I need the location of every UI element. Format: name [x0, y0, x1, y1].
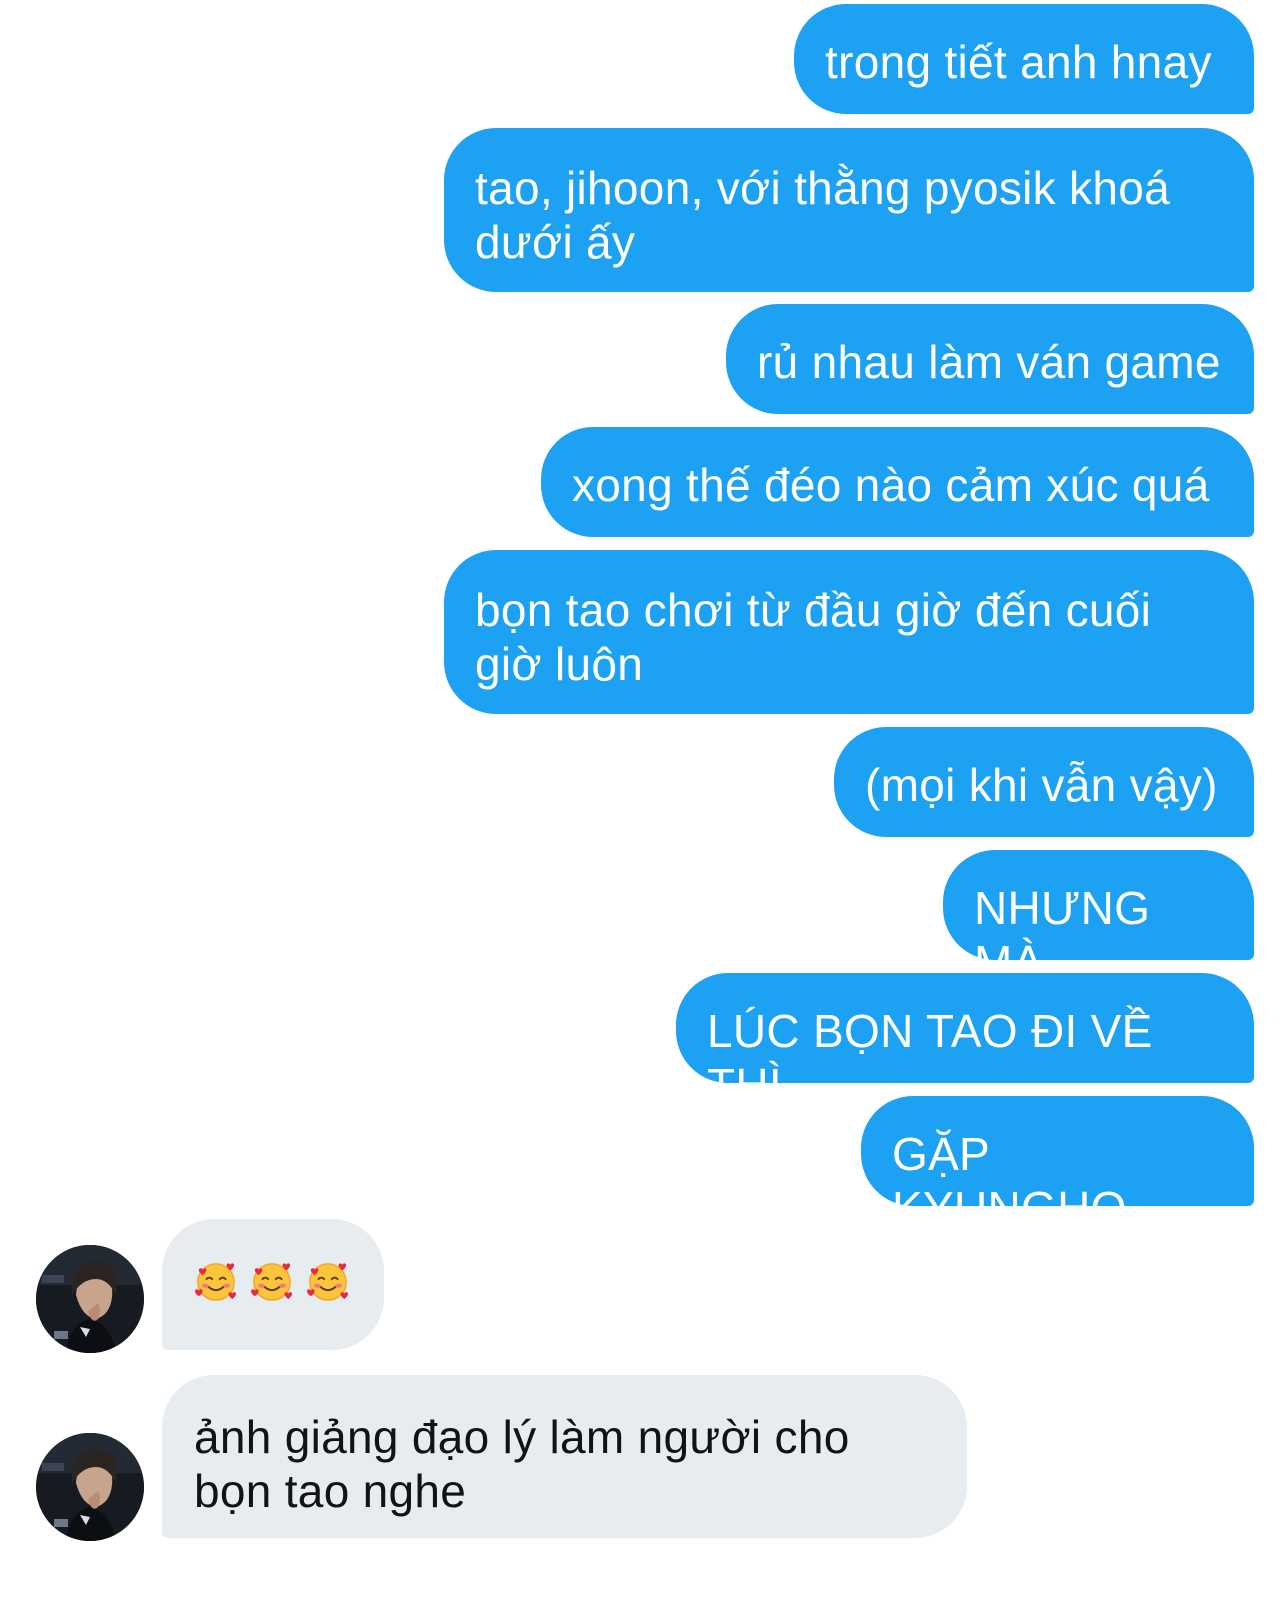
sent-message[interactable]: LÚC BỌN TAO ĐI VỀ THÌ	[676, 973, 1254, 1111]
emoji-group	[194, 1254, 350, 1308]
message-text: ảnh giảng đạo lý làm người cho bọn tao n…	[194, 1411, 850, 1517]
message-text: (mọi khi vẫn vậy)	[865, 759, 1218, 811]
smiling-face-with-hearts-icon	[250, 1263, 293, 1301]
avatar[interactable]	[36, 1433, 144, 1541]
sent-message[interactable]: trong tiết anh hnay	[794, 4, 1254, 114]
sent-message[interactable]: bọn tao chơi từ đầu giờ đến cuối giờ luô…	[444, 550, 1254, 714]
message-text: GẶP KYUNGHO	[892, 1128, 1127, 1234]
profile-photo-icon	[36, 1245, 144, 1353]
profile-photo-icon	[36, 1433, 144, 1541]
sent-message[interactable]: (mọi khi vẫn vậy)	[834, 727, 1254, 837]
message-text: xong thế đéo nào cảm xúc quá	[572, 459, 1210, 511]
sent-message[interactable]: GẶP KYUNGHO	[861, 1096, 1254, 1234]
message-text: tao, jihoon, với thằng pyosik khoá dưới …	[475, 162, 1171, 268]
sent-message[interactable]: tao, jihoon, với thằng pyosik khoá dưới …	[444, 128, 1254, 292]
received-message[interactable]: ảnh giảng đạo lý làm người cho bọn tao n…	[162, 1375, 967, 1538]
sent-message[interactable]: xong thế đéo nào cảm xúc quá	[541, 427, 1254, 537]
chat-thread: trong tiết anh hnay tao, jihoon, với thằ…	[0, 0, 1284, 1603]
sent-message[interactable]: NHƯNG MÀ	[943, 850, 1254, 988]
avatar[interactable]	[36, 1245, 144, 1353]
smiling-face-with-hearts-icon	[194, 1263, 237, 1301]
smiling-face-with-hearts-icon	[306, 1263, 349, 1301]
received-message[interactable]	[162, 1219, 384, 1350]
sent-message[interactable]: rủ nhau làm ván game	[726, 304, 1254, 414]
message-text: trong tiết anh hnay	[825, 36, 1212, 88]
message-text: rủ nhau làm ván game	[757, 336, 1221, 388]
message-text: bọn tao chơi từ đầu giờ đến cuối giờ luô…	[475, 584, 1152, 690]
